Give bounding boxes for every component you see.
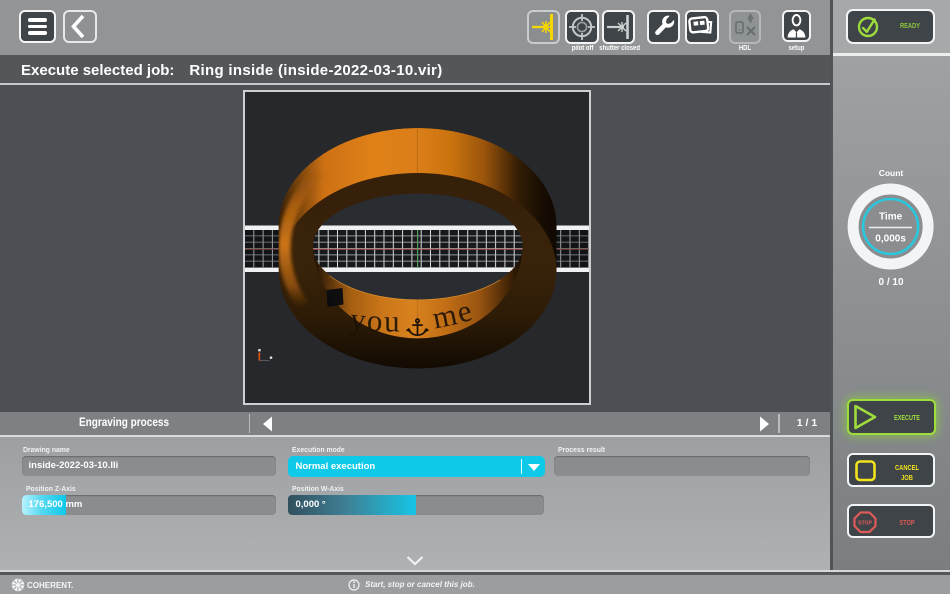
svg-text:you: you (349, 301, 402, 339)
svg-text:0,000s: 0,000s (875, 234, 906, 245)
svg-text:STOP: STOP (858, 520, 873, 526)
svg-text:Time: Time (879, 212, 903, 223)
